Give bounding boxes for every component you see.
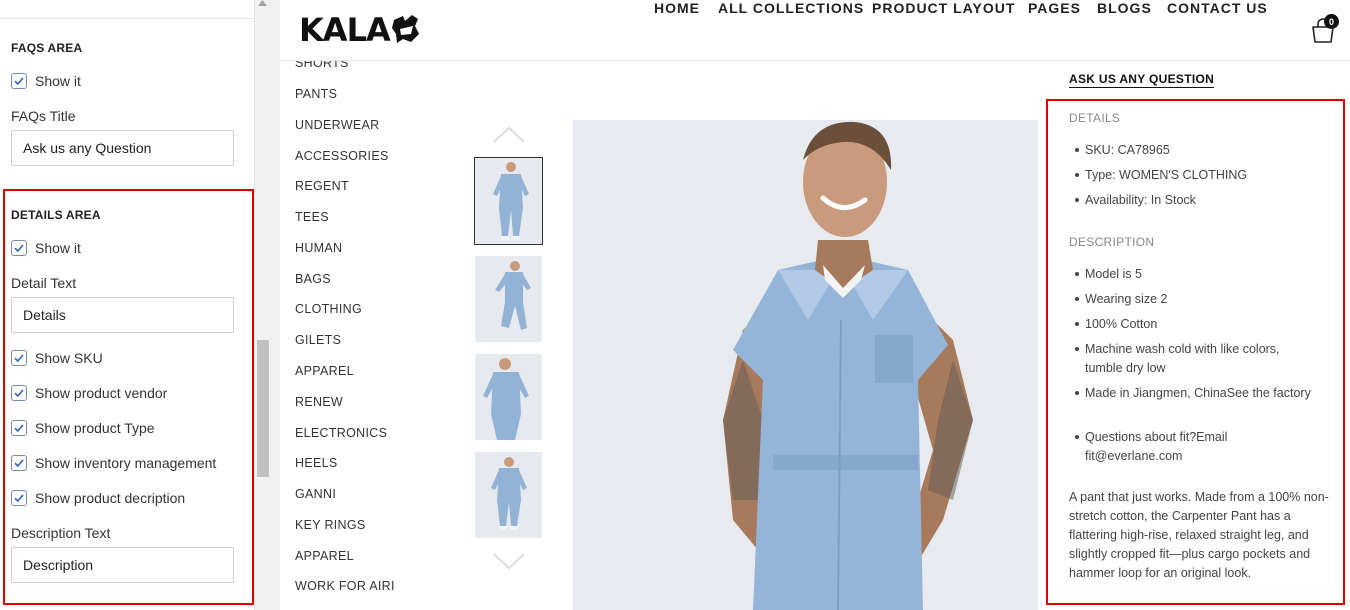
logo-text: KALA — [299, 11, 391, 49]
store-header: KALA HOME ALL COLLECTIONS PRODUCT LAYOUT… — [280, 0, 1350, 61]
product-thumbnail[interactable] — [475, 452, 542, 538]
faqs-title-input[interactable]: Ask us any Question — [11, 130, 234, 166]
category-item[interactable]: APPAREL — [295, 549, 354, 563]
category-item[interactable]: BAGS — [295, 272, 331, 286]
product-thumbnail[interactable] — [475, 256, 542, 342]
checkmark-icon[interactable] — [11, 73, 27, 89]
category-item[interactable]: GANNI — [295, 487, 336, 501]
chevron-down-icon[interactable] — [492, 552, 526, 570]
divider — [0, 18, 255, 19]
logo-badge-icon — [391, 15, 419, 43]
thumbnail-image — [475, 354, 542, 440]
thumbnail-image — [475, 452, 542, 538]
category-item[interactable]: WORK FOR AIRI — [295, 579, 395, 593]
category-item[interactable]: HUMAN — [295, 241, 342, 255]
category-item[interactable]: TEES — [295, 210, 329, 224]
scrollbar-thumb[interactable] — [257, 340, 269, 477]
category-item[interactable]: CLOTHING — [295, 302, 362, 316]
category-item[interactable]: ELECTRONICS — [295, 426, 387, 440]
category-item[interactable]: GILETS — [295, 333, 341, 347]
category-item[interactable]: KEY RINGS — [295, 518, 366, 532]
main-product-image[interactable] — [573, 120, 1038, 610]
faqs-title-label: FAQs Title — [11, 108, 76, 124]
product-thumbnail[interactable] — [474, 157, 543, 245]
faqs-show-label: Show it — [35, 73, 81, 89]
thumbnail-image — [475, 158, 542, 244]
category-item[interactable]: ACCESSORIES — [295, 149, 389, 163]
category-item[interactable]: APPAREL — [295, 364, 354, 378]
category-item[interactable]: PANTS — [295, 87, 337, 101]
nav-product-layout[interactable]: PRODUCT LAYOUT — [872, 0, 1015, 16]
thumbnail-image — [475, 256, 542, 342]
scrollbar-track[interactable] — [255, 0, 269, 610]
faqs-show-checkbox[interactable]: Show it — [11, 72, 81, 90]
product-photo — [573, 120, 1038, 610]
product-thumbnail[interactable] — [475, 354, 542, 440]
highlight-box-details-preview — [1046, 99, 1345, 605]
category-item[interactable]: HEELS — [295, 456, 338, 470]
nav-home[interactable]: HOME — [654, 0, 700, 16]
nav-contact-us[interactable]: CONTACT US — [1167, 0, 1268, 16]
cart-count-badge: 0 — [1324, 14, 1339, 29]
highlight-box-details-settings — [3, 189, 254, 605]
category-item[interactable]: UNDERWEAR — [295, 118, 379, 132]
nav-pages[interactable]: PAGES — [1028, 0, 1081, 16]
category-item[interactable]: REGENT — [295, 179, 349, 193]
nav-blogs[interactable]: BLOGS — [1097, 0, 1152, 16]
ask-question-link[interactable]: ASK US ANY QUESTION — [1069, 72, 1215, 88]
nav-all-collections[interactable]: ALL COLLECTIONS — [718, 0, 864, 16]
store-logo[interactable]: KALA — [299, 10, 421, 50]
scroll-up-arrow-icon[interactable] — [258, 0, 267, 6]
faqs-area-heading: FAQS AREA — [11, 41, 83, 55]
category-item[interactable]: RENEW — [295, 395, 343, 409]
chevron-up-icon[interactable] — [492, 126, 526, 144]
